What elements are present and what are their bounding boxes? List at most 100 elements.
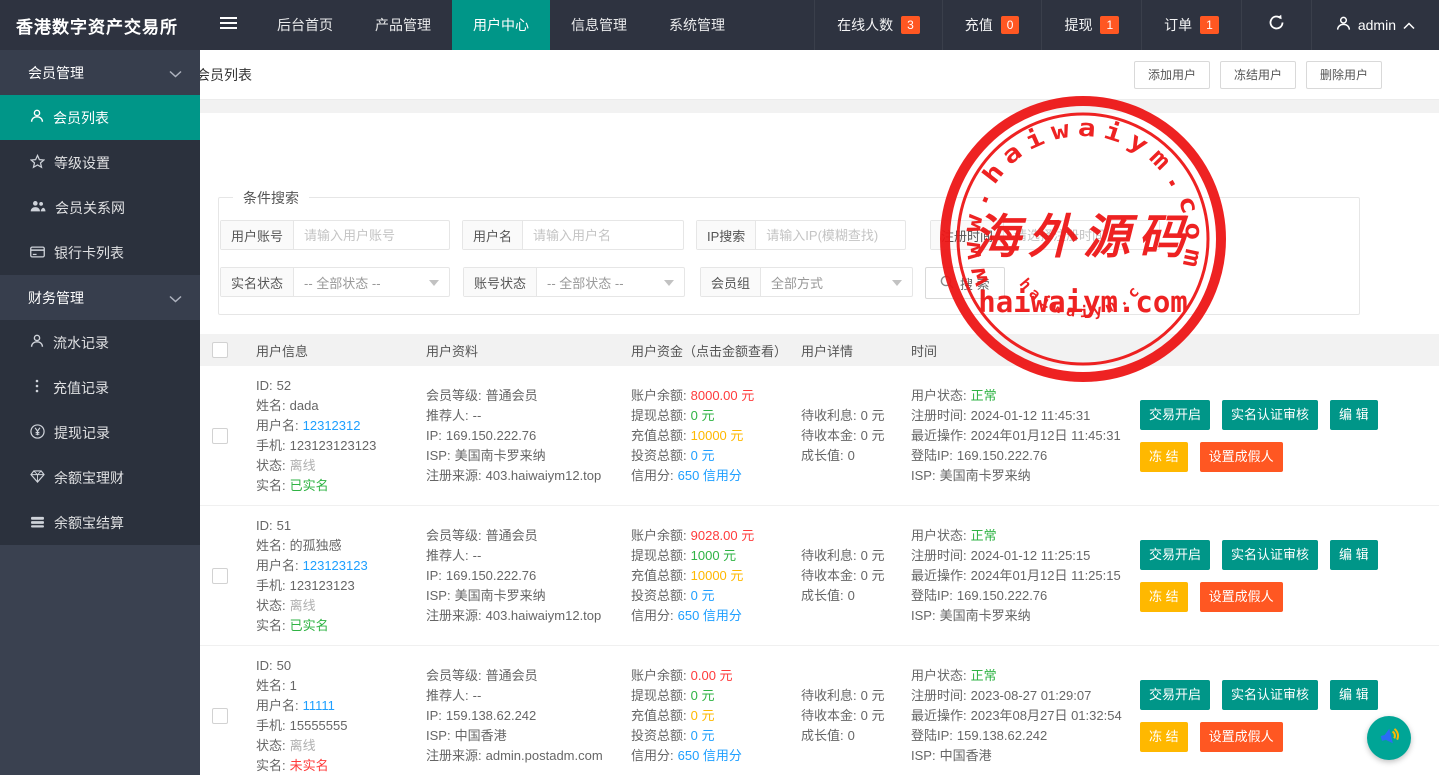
username-input[interactable] bbox=[523, 221, 683, 249]
select-arrow-icon bbox=[429, 280, 439, 286]
login-ip: 169.150.222.76 bbox=[956, 447, 1048, 463]
register-source: 403.haiwaiym12.top bbox=[485, 467, 602, 483]
sidebar-item-flow-records[interactable]: 流水记录 bbox=[0, 320, 200, 365]
menu-toggle-button[interactable] bbox=[200, 0, 256, 50]
row-checkbox[interactable] bbox=[212, 427, 228, 444]
sidebar-group-member-management[interactable]: 会员管理 bbox=[0, 50, 200, 95]
refresh-icon bbox=[1268, 14, 1285, 36]
username-link[interactable]: 11111 bbox=[303, 698, 335, 713]
credit-score: 650 信用分 bbox=[677, 607, 742, 623]
growth-value: 0 bbox=[847, 447, 855, 463]
floating-announcement-button[interactable] bbox=[1367, 716, 1411, 760]
admin-app: 香港数字资产交易所 后台首页 产品管理 用户中心 信息管理 系统管理 在线人数 … bbox=[0, 0, 1439, 775]
user-name: dada bbox=[289, 397, 319, 413]
row-checkbox[interactable] bbox=[212, 567, 228, 584]
login-isp: 中国香港 bbox=[939, 747, 992, 763]
brand-logo: 香港数字资产交易所 bbox=[16, 17, 178, 37]
set-fake-user-button[interactable]: 设置成假人 bbox=[1199, 721, 1283, 752]
invest-total[interactable]: 0 元 bbox=[691, 448, 715, 463]
username-link[interactable]: 12312312 bbox=[303, 418, 361, 433]
ip-search-input[interactable] bbox=[756, 221, 905, 249]
balance-amount[interactable]: 8000.00 元 bbox=[691, 388, 755, 403]
growth-value: 0 bbox=[847, 587, 855, 603]
edit-button[interactable]: 编 辑 bbox=[1330, 399, 1378, 430]
refresh-button[interactable] bbox=[1240, 0, 1311, 50]
online-status: 离线 bbox=[289, 737, 316, 753]
edit-button[interactable]: 编 辑 bbox=[1330, 679, 1378, 710]
login-ip: 169.150.222.76 bbox=[956, 587, 1048, 603]
balance-amount[interactable]: 9028.00 元 bbox=[691, 528, 755, 543]
stat-orders[interactable]: 订单 1 bbox=[1141, 0, 1241, 50]
register-time-input[interactable] bbox=[1004, 221, 1159, 249]
trade-toggle-button[interactable]: 交易开启 bbox=[1140, 539, 1211, 570]
sidebar-item-member-network[interactable]: 会员关系网 bbox=[0, 185, 200, 230]
trade-toggle-button[interactable]: 交易开启 bbox=[1140, 399, 1211, 430]
add-user-button[interactable]: 添加用户 bbox=[1133, 61, 1210, 89]
select-all-checkbox[interactable] bbox=[212, 342, 228, 358]
nav-item-user-center[interactable]: 用户中心 bbox=[452, 0, 550, 50]
stat-withdraw[interactable]: 提现 1 bbox=[1041, 0, 1141, 50]
account-input[interactable] bbox=[294, 221, 449, 249]
nav-item-system[interactable]: 系统管理 bbox=[648, 0, 746, 50]
sidebar-item-recharge-records[interactable]: 充值记录 bbox=[0, 365, 200, 410]
user-profile-cell: 会员等级: 普通会员 推荐人: -- IP: 159.138.62.242 ISP: 中… bbox=[426, 667, 603, 763]
table-body: ID: 52 姓名: dada 用户名: 12312312 手机: 1231231231… bbox=[200, 366, 1439, 775]
row-checkbox[interactable] bbox=[212, 707, 228, 724]
top-navbar: 香港数字资产交易所 后台首页 产品管理 用户中心 信息管理 系统管理 在线人数 … bbox=[0, 0, 1439, 50]
pending-interest: 0 元 bbox=[860, 687, 885, 703]
sidebar-item-bank-cards[interactable]: 银行卡列表 bbox=[0, 230, 200, 275]
sidebar-item-withdraw-records[interactable]: 提现记录 bbox=[0, 410, 200, 455]
main-content: 会员列表 添加用户 冻结用户 删除用户 条件搜索 用户账号 用户名 bbox=[196, 50, 1439, 775]
register-source: 403.haiwaiym12.top bbox=[485, 607, 602, 623]
login-ip: 159.138.62.242 bbox=[956, 727, 1048, 743]
time-cell: 用户状态: 正常 注册时间: 2024-01-12 11:45:31 最近操作: 20… bbox=[911, 387, 1121, 483]
recharge-total[interactable]: 10000 元 bbox=[691, 428, 744, 443]
yen-circle-icon bbox=[30, 423, 45, 442]
trade-toggle-button[interactable]: 交易开启 bbox=[1140, 679, 1211, 710]
set-fake-user-button[interactable]: 设置成假人 bbox=[1199, 581, 1283, 612]
sidebar-group-finance-management[interactable]: 财务管理 bbox=[0, 275, 200, 320]
stat-recharge[interactable]: 充值 0 bbox=[941, 0, 1042, 50]
page-titlebar: 会员列表 添加用户 冻结用户 删除用户 bbox=[196, 50, 1439, 100]
delete-user-button[interactable]: 删除用户 bbox=[1305, 61, 1382, 89]
username-label: admin bbox=[1357, 17, 1396, 33]
recharge-total[interactable]: 10000 元 bbox=[691, 568, 744, 583]
member-group-select[interactable]: 会员组 全部方式 bbox=[700, 267, 913, 297]
freeze-button[interactable]: 冻 结 bbox=[1140, 581, 1188, 612]
freeze-user-button[interactable]: 冻结用户 bbox=[1219, 61, 1296, 89]
user-funds-cell: 账户余额: 9028.00 元 提现总额: 1000 元 充值总额: 10000 元 … bbox=[631, 527, 755, 623]
set-fake-user-button[interactable]: 设置成假人 bbox=[1199, 441, 1283, 472]
realname-audit-button[interactable]: 实名认证审核 bbox=[1222, 399, 1319, 430]
ip-field-group: IP搜索 bbox=[696, 220, 906, 250]
invest-total[interactable]: 0 元 bbox=[691, 728, 715, 743]
username-link[interactable]: 123123123 bbox=[303, 558, 368, 573]
stat-online-users[interactable]: 在线人数 3 bbox=[814, 0, 942, 50]
withdraw-total[interactable]: 0 元 bbox=[691, 408, 715, 423]
realname-status: 已实名 bbox=[289, 617, 329, 633]
sidebar-item-level-settings[interactable]: 等级设置 bbox=[0, 140, 200, 185]
withdraw-total[interactable]: 0 元 bbox=[691, 688, 715, 703]
account-status-select[interactable]: 账号状态 -- 全部状态 -- bbox=[463, 267, 685, 297]
select-arrow-icon bbox=[892, 280, 902, 286]
realname-audit-button[interactable]: 实名认证审核 bbox=[1222, 679, 1319, 710]
sidebar-item-yuebao-finance[interactable]: 余额宝理财 bbox=[0, 455, 200, 500]
user-menu[interactable]: admin bbox=[1310, 0, 1439, 50]
balance-amount[interactable]: 0.00 元 bbox=[691, 668, 733, 683]
edit-button[interactable]: 编 辑 bbox=[1330, 539, 1378, 570]
freeze-button[interactable]: 冻 结 bbox=[1140, 441, 1188, 472]
nav-item-information[interactable]: 信息管理 bbox=[550, 0, 648, 50]
withdraw-total[interactable]: 1000 元 bbox=[691, 548, 737, 563]
realname-status-select[interactable]: 实名状态 -- 全部状态 -- bbox=[220, 267, 450, 297]
sidebar-item-member-list[interactable]: 会员列表 bbox=[0, 95, 200, 140]
freeze-button[interactable]: 冻 结 bbox=[1140, 721, 1188, 752]
nav-item-products[interactable]: 产品管理 bbox=[354, 0, 452, 50]
user-detail-cell: 待收利息: 0 元 待收本金: 0 元 成长值: 0 bbox=[801, 407, 885, 463]
nav-item-dashboard[interactable]: 后台首页 bbox=[256, 0, 354, 50]
recharge-total[interactable]: 0 元 bbox=[691, 708, 715, 723]
invest-total[interactable]: 0 元 bbox=[691, 588, 715, 603]
realname-audit-button[interactable]: 实名认证审核 bbox=[1222, 539, 1319, 570]
sidebar-item-yuebao-settlement[interactable]: 余额宝结算 bbox=[0, 500, 200, 545]
search-legend: 条件搜索 bbox=[233, 188, 309, 208]
referrer: -- bbox=[472, 407, 482, 423]
search-button[interactable]: 搜 索 bbox=[925, 267, 1005, 299]
